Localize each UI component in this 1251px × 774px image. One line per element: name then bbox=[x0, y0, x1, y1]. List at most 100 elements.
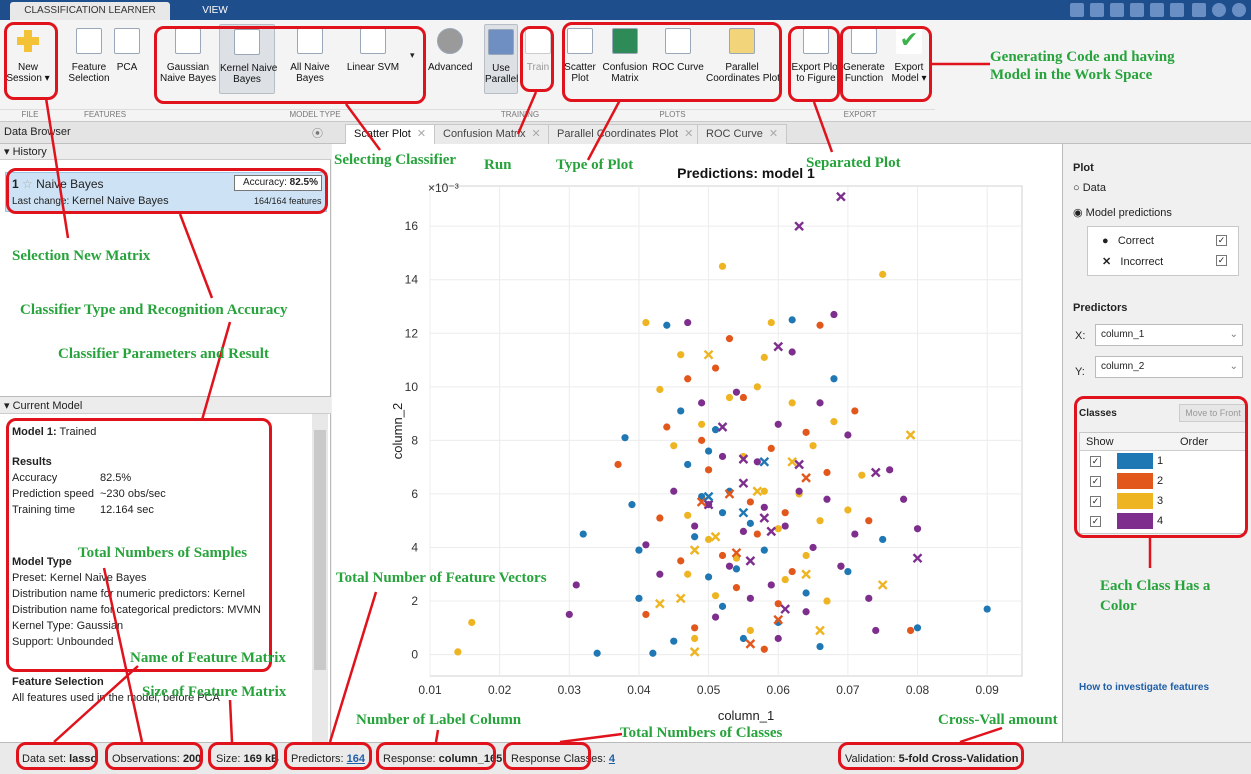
x-tick-label: 0.07 bbox=[836, 683, 860, 697]
pca-button[interactable]: PCA bbox=[112, 28, 142, 73]
correct-point-class-3 bbox=[844, 506, 852, 514]
annot-type-of-plot: Type of Plot bbox=[556, 157, 634, 173]
tab-roc-curve[interactable]: ROC Curve ✕ bbox=[697, 124, 788, 144]
correct-point-class-3 bbox=[879, 270, 887, 278]
correct-point-class-3 bbox=[760, 353, 768, 361]
correct-point-class-2 bbox=[816, 321, 824, 329]
correct-point-class-1 bbox=[718, 509, 727, 517]
correct-point-class-2 bbox=[614, 460, 622, 469]
correct-point-class-4 bbox=[781, 522, 789, 530]
tab-parallel-coordinates[interactable]: Parallel Coordinates Plot ✕ bbox=[548, 124, 703, 144]
incorrect-checkbox[interactable]: ✓ bbox=[1216, 255, 1227, 266]
correct-point-class-4 bbox=[718, 452, 727, 461]
correct-point-class-3 bbox=[711, 592, 720, 600]
correct-point-class-4 bbox=[774, 634, 782, 643]
cut-icon[interactable] bbox=[1090, 3, 1104, 17]
correct-point-class-3 bbox=[809, 442, 817, 450]
data-browser-label: Data Browser bbox=[4, 126, 71, 138]
annot-box-observations bbox=[105, 742, 203, 770]
plot-area: 0.01 0.02 0.03 0.04 0.05 0.06 0.07 0.08 0.09 0 2 4 6… bbox=[332, 144, 1062, 742]
close-icon[interactable]: ✕ bbox=[769, 128, 778, 140]
correct-point-class-4 bbox=[809, 543, 817, 552]
undo-icon[interactable] bbox=[1150, 3, 1164, 17]
tab-classification-learner[interactable]: CLASSIFICATION LEARNER bbox=[10, 2, 170, 20]
correct-point-class-4 bbox=[656, 570, 664, 578]
x-axis-label: column_1 bbox=[718, 708, 774, 723]
y-tick-label: 14 bbox=[405, 273, 419, 287]
annot-box-new-session bbox=[4, 22, 58, 100]
annot-cross-val: Cross-Vall amount bbox=[938, 712, 1058, 728]
correct-point-class-3 bbox=[753, 383, 761, 391]
legend-box: ● Correct ✓ ✕ Incorrect ✓ bbox=[1087, 226, 1239, 276]
scroll-thumb[interactable] bbox=[314, 430, 326, 670]
close-icon[interactable]: ✕ bbox=[684, 128, 693, 140]
correct-point-class-4 bbox=[837, 562, 845, 570]
advanced-button[interactable]: Advanced bbox=[428, 28, 472, 73]
correct-point-class-1 bbox=[830, 375, 838, 383]
correct-point-class-4 bbox=[732, 388, 741, 396]
correct-point-class-3 bbox=[468, 618, 476, 627]
correct-point-class-1 bbox=[844, 567, 852, 576]
close-icon[interactable]: ✕ bbox=[417, 128, 426, 140]
correct-point-class-3 bbox=[760, 487, 768, 495]
correct-point-class-4 bbox=[691, 522, 699, 530]
correct-point-class-4 bbox=[670, 487, 678, 495]
window-icon[interactable] bbox=[1192, 3, 1206, 17]
correct-point-class-1 bbox=[684, 460, 692, 469]
tab-confusion-matrix[interactable]: Confusion Matrix ✕ bbox=[434, 124, 550, 144]
data-radio[interactable]: ○ Data bbox=[1073, 182, 1106, 194]
correct-point-class-2 bbox=[698, 436, 706, 444]
close-icon[interactable]: ✕ bbox=[532, 128, 541, 140]
save-icon[interactable] bbox=[1070, 3, 1084, 17]
use-parallel-button[interactable]: Use Parallel bbox=[484, 24, 518, 94]
correct-point-class-1 bbox=[879, 535, 887, 544]
help-icon[interactable] bbox=[1212, 3, 1226, 17]
group-training: TRAINING bbox=[480, 109, 560, 121]
correct-point-class-4 bbox=[795, 487, 803, 495]
tab-view[interactable]: VIEW bbox=[180, 2, 250, 20]
browser-menu-icon[interactable]: ⦿ bbox=[312, 125, 323, 141]
expand-icon[interactable] bbox=[1232, 3, 1246, 17]
correct-point-class-3 bbox=[802, 551, 810, 560]
redo-icon[interactable] bbox=[1170, 3, 1184, 17]
model-predictions-radio[interactable]: ◉ Model predictions bbox=[1073, 206, 1172, 219]
x-tick-label: 0.04 bbox=[627, 683, 651, 697]
correct-point-class-4 bbox=[753, 458, 761, 466]
group-features: FEATURES bbox=[60, 109, 150, 121]
correct-point-class-3 bbox=[781, 576, 789, 584]
feature-selection-button[interactable]: Feature Selection bbox=[66, 28, 112, 84]
response-classes-link[interactable]: 4 bbox=[609, 753, 615, 765]
correct-point-class-4 bbox=[774, 420, 782, 428]
annot-feature-vectors: Total Number of Feature Vectors bbox=[336, 570, 547, 586]
correct-point-class-1 bbox=[691, 533, 699, 541]
history-header[interactable]: ▾ History bbox=[0, 144, 331, 160]
x-predictor-select[interactable]: column_1 ⌄ bbox=[1095, 324, 1243, 346]
correct-point-class-4 bbox=[684, 318, 692, 327]
y-tick-label: 10 bbox=[405, 380, 419, 394]
correct-point-class-2 bbox=[802, 428, 810, 436]
tab-scatter-plot[interactable]: Scatter Plot ✕ bbox=[345, 124, 436, 144]
y-predictor-select[interactable]: column_2 ⌄ bbox=[1095, 356, 1243, 378]
x-tick-label: 0.02 bbox=[488, 683, 512, 697]
copy-icon[interactable] bbox=[1110, 3, 1124, 17]
correct-point-class-3 bbox=[746, 626, 754, 635]
annot-generating-code: Generating Code and having Model in the … bbox=[990, 49, 1175, 83]
how-to-investigate-link[interactable]: How to investigate features bbox=[1079, 682, 1209, 693]
correct-point-class-1 bbox=[704, 447, 713, 455]
paste-icon[interactable] bbox=[1130, 3, 1144, 17]
current-model-header[interactable]: ▾ Current Model bbox=[0, 396, 331, 414]
correct-point-class-4 bbox=[698, 399, 706, 407]
scatter-chart[interactable]: 0.01 0.02 0.03 0.04 0.05 0.06 0.07 0.08 0.09 0 2 4 6… bbox=[332, 144, 1062, 742]
correct-point-class-3 bbox=[767, 318, 775, 327]
correct-checkbox[interactable]: ✓ bbox=[1216, 235, 1227, 246]
correct-point-class-2 bbox=[753, 530, 761, 538]
correct-point-class-3 bbox=[858, 471, 866, 479]
x-tick-label: 0.05 bbox=[697, 683, 721, 697]
app-tabbar: CLASSIFICATION LEARNER VIEW bbox=[0, 0, 1251, 20]
x-tick-label: 0.01 bbox=[418, 683, 442, 697]
parallel-icon bbox=[488, 29, 514, 55]
correct-point-class-1 bbox=[802, 589, 810, 597]
correct-point-class-3 bbox=[830, 418, 838, 426]
annot-size-feature-matrix: Size of Feature Matrix bbox=[142, 684, 287, 700]
correct-point-class-2 bbox=[767, 444, 775, 453]
